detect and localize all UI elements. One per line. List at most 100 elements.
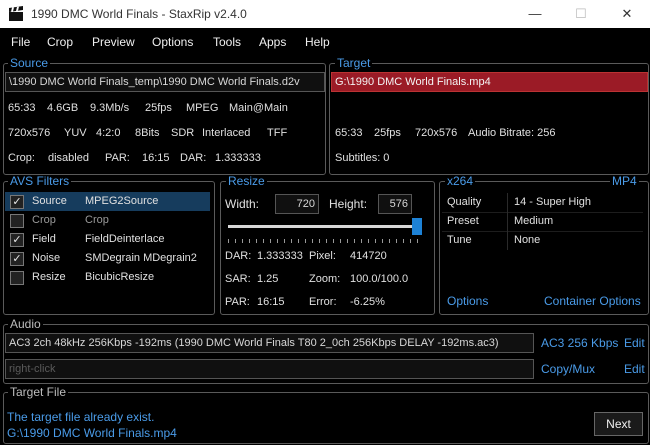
menu-options[interactable]: Options: [152, 35, 193, 49]
maximize-icon[interactable]: ☐: [558, 0, 604, 28]
filter-row-field[interactable]: ✓ Field FieldDeinterlace: [5, 230, 210, 249]
slider-track: [228, 225, 418, 228]
container-options-link[interactable]: Container Options: [544, 294, 641, 308]
column-divider: [507, 231, 508, 250]
source-colorspace: YUV: [64, 127, 87, 139]
source-field-order: TFF: [267, 127, 288, 139]
encoder-options-link[interactable]: Options: [447, 294, 488, 308]
resize-par-value: 16:15: [257, 296, 285, 308]
filters-group-title: AVS Filters: [8, 174, 72, 188]
menu-crop[interactable]: Crop: [47, 35, 73, 49]
resize-slider[interactable]: [228, 218, 424, 244]
pixel-value: 414720: [350, 250, 387, 262]
sar-label: SAR:: [225, 273, 251, 285]
filter-row-crop[interactable]: Crop Crop: [5, 211, 210, 230]
filter-name: MPEG2Source: [85, 195, 159, 207]
menu-file[interactable]: File: [11, 35, 30, 49]
target-file-title: Target File: [8, 385, 69, 399]
resize-dar-label[interactable]: DAR:: [225, 250, 251, 262]
filter-row-source[interactable]: ✓ Source MPEG2Source: [5, 192, 210, 211]
zoom-value: 100.0/100.0: [350, 273, 409, 285]
encoder-row-preset[interactable]: Preset Medium: [442, 212, 643, 232]
source-duration: 65:33: [8, 102, 36, 114]
encoder-key: Tune: [447, 234, 472, 246]
clapperboard-icon: [9, 6, 23, 21]
width-label: Width:: [225, 197, 260, 211]
source-group-title: Source: [8, 56, 51, 70]
target-fps: 25fps: [374, 127, 401, 139]
source-scan: Interlaced: [202, 127, 251, 139]
audio-track2-edit[interactable]: Edit: [624, 362, 645, 376]
target-subtitles: Subtitles: 0: [335, 152, 390, 164]
audio-track1-edit[interactable]: Edit: [624, 336, 645, 350]
filter-category: Noise: [32, 252, 61, 264]
container-title[interactable]: MP4: [610, 175, 639, 187]
minimize-icon[interactable]: —: [512, 0, 558, 28]
menu-tools[interactable]: Tools: [213, 35, 241, 49]
encoder-title[interactable]: x264: [445, 175, 476, 187]
filter-checkbox[interactable]: ✓: [10, 195, 24, 209]
filter-category: Field: [32, 233, 56, 245]
encoder-value: None: [514, 234, 541, 246]
close-icon[interactable]: ✕: [604, 0, 650, 28]
audio-track1-field[interactable]: AC3 2ch 48kHz 256Kbps -192ms (1990 DMC W…: [5, 333, 534, 353]
pixel-label: Pixel:: [309, 250, 336, 262]
filter-checkbox[interactable]: ✓: [10, 233, 24, 247]
slider-thumb[interactable]: [412, 218, 422, 235]
menu-apps[interactable]: Apps: [259, 35, 286, 49]
window-title: 1990 DMC World Finals - StaxRip v2.4.0: [31, 7, 247, 21]
source-par-label[interactable]: PAR:: [105, 152, 130, 164]
resize-dar-value: 1.333333: [257, 250, 303, 262]
next-button[interactable]: Next: [594, 412, 643, 436]
source-format: MPEG: [186, 102, 219, 114]
filter-category: Source: [32, 195, 67, 207]
menu-preview[interactable]: Preview: [92, 35, 135, 49]
target-audio-bitrate: Audio Bitrate: 256: [468, 127, 556, 139]
audio-track1-profile[interactable]: AC3 256 Kbps: [541, 336, 618, 350]
filter-row-noise[interactable]: ✓ Noise SMDegrain MDegrain2: [5, 249, 210, 268]
target-group-title: Target: [335, 56, 373, 70]
encoder-key: Preset: [447, 215, 479, 227]
source-fps: 25fps: [145, 102, 172, 114]
filter-category: Resize: [32, 271, 66, 283]
encoder-key: Quality: [447, 196, 482, 208]
filter-checkbox[interactable]: [10, 271, 24, 285]
source-bitrate: 9.3Mb/s: [90, 102, 130, 114]
filter-checkbox[interactable]: ✓: [10, 252, 24, 266]
encoder-value: Medium: [514, 215, 554, 227]
encoder-row-quality[interactable]: Quality 14 - Super High: [442, 193, 643, 213]
source-chroma: 4:2:0: [96, 127, 121, 139]
error-label: Error:: [309, 296, 337, 308]
height-label: Height:: [329, 197, 368, 211]
encoder-value: 14 - Super High: [514, 196, 592, 208]
source-dar-label[interactable]: DAR:: [180, 152, 206, 164]
height-input[interactable]: 576: [378, 194, 412, 214]
audio-track2-field[interactable]: right-click: [5, 359, 534, 379]
encoder-settings-grid: Quality 14 - Super High Preset Medium Tu…: [442, 193, 645, 251]
source-par-value: 16:15: [142, 152, 170, 164]
filter-category: Crop: [32, 214, 56, 226]
target-path-field[interactable]: G:\1990 DMC World Finals.mp4: [331, 72, 648, 92]
audio-track2-profile[interactable]: Copy/Mux: [541, 362, 595, 376]
column-divider: [507, 193, 508, 212]
menu-help[interactable]: Help: [305, 35, 330, 49]
title-bar: 1990 DMC World Finals - StaxRip v2.4.0 —…: [0, 0, 650, 28]
width-input[interactable]: 720: [275, 194, 319, 214]
target-file-message: The target file already exist.: [7, 410, 155, 424]
source-profile: Main@Main: [229, 102, 288, 114]
slider-ticks: [228, 239, 418, 243]
filter-name: SMDegrain MDegrain2: [85, 252, 197, 264]
filter-name: FieldDeinterlace: [85, 233, 165, 245]
target-file-path: G:\1990 DMC World Finals.mp4: [7, 426, 177, 440]
menu-bar: File Crop Preview Options Tools Apps Hel…: [0, 28, 650, 56]
filter-name: Crop: [85, 214, 109, 226]
error-value: -6.25%: [350, 296, 385, 308]
source-hdr: SDR: [171, 127, 195, 139]
filter-row-resize[interactable]: Resize BicubicResize: [5, 268, 210, 287]
filter-name: BicubicResize: [85, 271, 155, 283]
resize-par-label[interactable]: PAR:: [225, 296, 250, 308]
source-path-field[interactable]: \1990 DMC World Finals_temp\1990 DMC Wor…: [5, 72, 325, 92]
filter-checkbox[interactable]: [10, 214, 24, 228]
encoder-row-tune[interactable]: Tune None: [442, 231, 643, 250]
resize-group-title: Resize: [226, 174, 267, 188]
